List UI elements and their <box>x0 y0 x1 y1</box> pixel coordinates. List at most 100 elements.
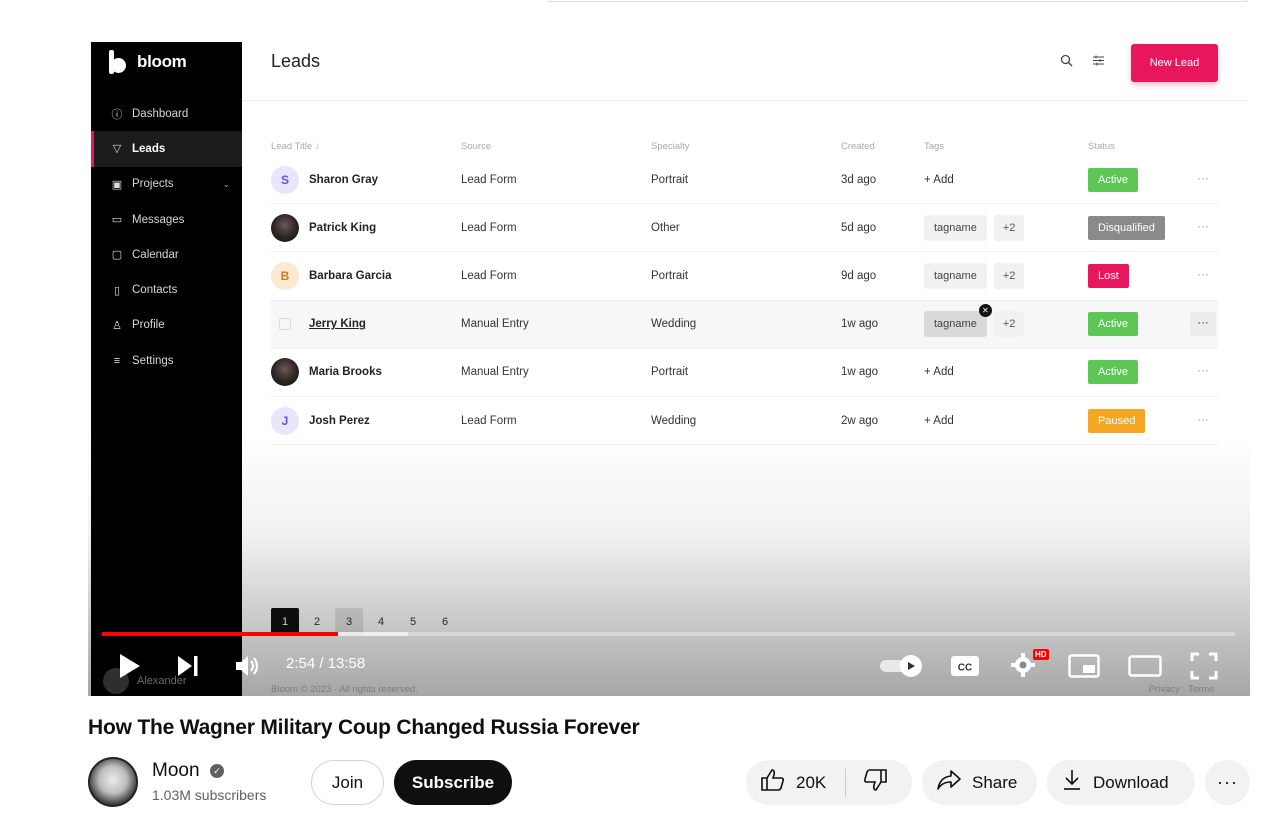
theater-mode-icon[interactable] <box>1128 654 1162 683</box>
svg-text:CC: CC <box>958 663 972 674</box>
video-player[interactable]: bloom ⓘ Dashboard ▽ Leads ▣ Projects ⌄ ▭ Message… <box>88 42 1250 696</box>
lead-name: Barbara Garcia <box>309 269 392 282</box>
status-badge: Paused <box>1088 408 1146 433</box>
avatar <box>271 358 299 387</box>
row-menu-icon: ··· <box>1197 365 1209 378</box>
lead-title-cell: Jerry King <box>271 318 461 331</box>
sidebar-item-dashboard: ⓘ Dashboard <box>91 96 242 131</box>
tags-cell: + Add <box>924 366 1088 378</box>
table-body: S Sharon Gray Lead Form Portrait 3d ago + Add… <box>271 156 1218 446</box>
table-row: Jerry King Manual Entry Wedding 1w ago tagna… <box>271 300 1218 349</box>
sidebar-item-label: Profile <box>132 319 165 332</box>
download-button[interactable]: Download <box>1047 760 1195 805</box>
calendar-icon: ▢ <box>111 249 123 262</box>
channel-name[interactable]: Moon <box>152 760 200 782</box>
row-actions: ··· <box>1188 312 1218 337</box>
lead-title-cell: J Josh Perez <box>271 406 461 435</box>
sliders-icon <box>1092 54 1105 70</box>
row-menu-icon: ··· <box>1190 312 1216 337</box>
next-icon[interactable] <box>176 655 200 682</box>
subscriber-count: 1.03M subscribers <box>152 787 267 803</box>
add-tag-link: + Add <box>924 414 954 427</box>
created-cell: 3d ago <box>841 173 877 186</box>
fullscreen-icon[interactable] <box>1190 652 1218 685</box>
search-bar-edge[interactable] <box>548 0 1248 2</box>
tag-chip: tagname <box>924 262 987 289</box>
new-lead-button: New Lead <box>1131 44 1218 82</box>
chevron-down-icon: ⌄ <box>222 178 230 189</box>
specialty-cell: Portrait <box>651 366 689 379</box>
status-cell: Lost <box>1088 263 1188 288</box>
sidebar-item-profile: ♙ Profile <box>91 308 242 343</box>
play-icon[interactable] <box>118 653 142 684</box>
status-cell: Active <box>1088 360 1188 385</box>
source-cell: Manual Entry <box>461 318 529 331</box>
page-title: Leads <box>271 51 321 71</box>
source-cell: Manual Entry <box>461 366 529 379</box>
autoplay-toggle[interactable] <box>880 655 922 677</box>
leads-table: Lead Title ↓ Source Specialty Created Tags St… <box>271 136 1218 446</box>
table-row: J Josh Perez Lead Form Wedding 2w ago + Add Pa… <box>271 397 1218 446</box>
sidebar-item-label: Projects <box>132 178 174 191</box>
lead-name: Josh Perez <box>309 414 370 427</box>
sidebar-item-label: Settings <box>132 354 174 367</box>
created-cell: 1w ago <box>841 366 879 379</box>
row-actions: ··· <box>1188 168 1218 192</box>
hd-badge: HD <box>1033 649 1049 660</box>
more-actions-icon[interactable]: ··· <box>1205 760 1250 805</box>
like-button[interactable]: 20K <box>746 768 846 797</box>
sidebar-item-label: Calendar <box>132 248 179 261</box>
person-icon: ♙ <box>112 319 122 332</box>
app-main: Leads New Lead Lead Title ↓ Source Special… <box>242 42 1250 696</box>
column-header: Created <box>841 140 875 152</box>
autoplay-play-icon <box>900 655 922 677</box>
close-icon: ✕ <box>978 304 992 318</box>
lead-name: Patrick King <box>309 221 377 234</box>
video-title: How The Wagner Military Coup Changed Rus… <box>88 716 640 739</box>
app-footer-links: Privacy · Terms <box>1148 684 1214 695</box>
like-count: 20K <box>796 772 827 792</box>
created-cell: 9d ago <box>841 269 877 282</box>
row-actions: ··· <box>1188 264 1218 288</box>
table-row: S Sharon Gray Lead Form Portrait 3d ago + Add… <box>271 156 1218 205</box>
avatar: B <box>271 261 299 290</box>
thumbs-up-icon <box>760 768 786 797</box>
row-checkbox <box>279 318 291 331</box>
channel-avatar[interactable] <box>88 757 138 807</box>
thumbs-down-icon <box>862 768 888 797</box>
row-actions: ··· <box>1188 409 1218 433</box>
specialty-cell: Portrait <box>651 173 689 186</box>
sidebar-item-contacts: ▯ Contacts <box>91 272 242 307</box>
sidebar-item-label: Contacts <box>132 284 178 297</box>
volume-icon[interactable] <box>234 654 262 683</box>
share-button[interactable]: Share <box>922 760 1037 805</box>
tags-cell: tagname +2 <box>924 214 1088 241</box>
tag-overflow-badge: +2 <box>993 311 1025 338</box>
sidebar-item-label: Dashboard <box>132 107 189 120</box>
captions-icon[interactable]: CC <box>950 655 980 682</box>
progress-bar[interactable] <box>102 632 1235 636</box>
like-dislike-group: 20K <box>746 760 912 805</box>
join-button[interactable]: Join <box>311 760 384 805</box>
verified-check-icon: ✓ <box>210 764 224 778</box>
miniplayer-icon[interactable] <box>1068 654 1100 683</box>
specialty-cell: Portrait <box>651 269 689 282</box>
app-logo: bloom <box>109 50 187 74</box>
dislike-button[interactable] <box>846 768 888 797</box>
sidebar-item-projects: ▣ Projects ⌄ <box>91 167 242 202</box>
tags-cell: + Add <box>924 415 1088 427</box>
info-icon: ⓘ <box>111 108 123 121</box>
row-menu-icon: ··· <box>1197 172 1209 185</box>
tag-chip: tagname <box>924 214 987 241</box>
app-sidebar: bloom ⓘ Dashboard ▽ Leads ▣ Projects ⌄ ▭ Message… <box>91 42 242 696</box>
sidebar-item-calendar: ▢ Calendar <box>91 237 242 272</box>
lead-title-cell: Maria Brooks <box>271 358 461 387</box>
subscribe-button[interactable]: Subscribe <box>394 760 512 805</box>
tags-cell: tagname ✕ +2 <box>924 304 1088 338</box>
status-cell: Paused <box>1088 408 1188 433</box>
table-row: Patrick King Lead Form Other 5d ago tagname +… <box>271 204 1218 253</box>
source-cell: Lead Form <box>461 221 517 234</box>
specialty-cell: Wedding <box>651 318 697 331</box>
sidebar-item-messages: ▭ Messages <box>91 202 242 237</box>
row-actions: ··· <box>1188 360 1218 384</box>
